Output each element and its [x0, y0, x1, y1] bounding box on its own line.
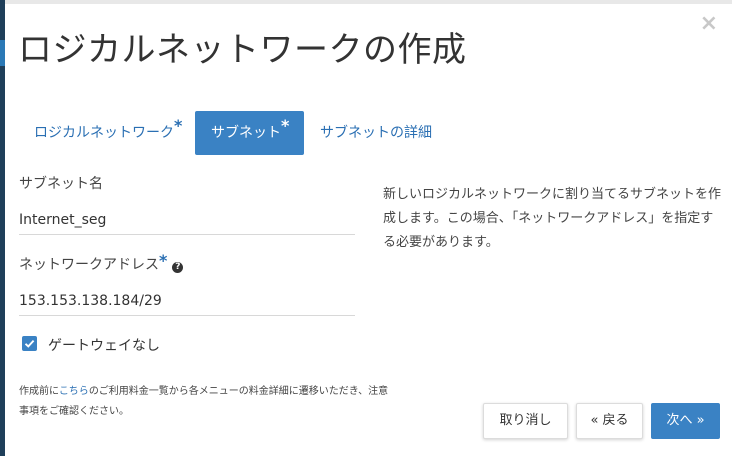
- help-icon[interactable]: ?: [172, 262, 184, 273]
- tab-label: サブネットの詳細: [320, 125, 432, 141]
- tab-label: サブネット: [211, 125, 281, 141]
- background-page-accent: [0, 40, 5, 66]
- tab-label: ロジカルネットワーク: [34, 125, 174, 141]
- no-gateway-label: ゲートウェイなし: [48, 338, 160, 354]
- close-icon[interactable]: ×: [700, 10, 718, 38]
- tab-logical-network[interactable]: ロジカルネットワーク*: [34, 111, 182, 155]
- subnet-name-label: サブネット名: [19, 176, 103, 192]
- dialog-title: ロジカルネットワークの作成: [18, 30, 467, 70]
- network-address-label: ネットワークアドレス: [19, 257, 159, 273]
- back-button[interactable]: « 戻る: [576, 403, 643, 439]
- checkmark-icon: [24, 339, 35, 348]
- required-mark: *: [174, 116, 183, 135]
- network-address-input[interactable]: [19, 286, 355, 316]
- required-mark: *: [281, 116, 290, 135]
- tab-subnet-details[interactable]: サブネットの詳細: [320, 111, 432, 155]
- pricing-note: 作成前にこちらのご利用料金一覧から各メニューの料金詳細に遷移いただき、注意事項を…: [19, 382, 389, 422]
- network-address-label-row: ネットワークアドレス*?: [19, 251, 184, 274]
- pricing-link[interactable]: こちら: [59, 386, 89, 397]
- background-page-strip: [0, 0, 5, 456]
- subnet-description: 新しいロジカルネットワークに割り当てるサブネットを作成します。この場合、「ネット…: [383, 187, 722, 250]
- next-button[interactable]: 次へ »: [651, 403, 720, 439]
- required-mark: *: [159, 251, 168, 270]
- no-gateway-checkbox[interactable]: [22, 336, 37, 351]
- cancel-button[interactable]: 取り消し: [483, 403, 568, 439]
- tab-subnet[interactable]: サブネット*: [195, 111, 304, 155]
- dialog-top-edge: [0, 0, 732, 4]
- note-text-before: 作成前に: [19, 386, 59, 397]
- subnet-name-input[interactable]: [19, 205, 355, 235]
